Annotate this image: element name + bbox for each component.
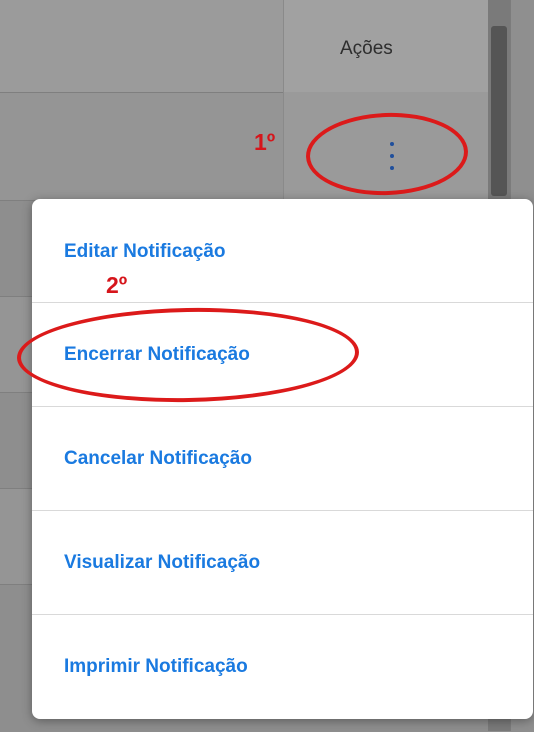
scrollbar-thumb[interactable]	[491, 26, 507, 196]
annotation-step1-label: 1º	[254, 129, 276, 155]
annotation-step2-label: 2º	[106, 272, 128, 298]
menu-item-label: Editar Notificação	[64, 241, 226, 262]
actions-column-label: Ações	[340, 38, 393, 59]
menu-item-visualizar-notificacao[interactable]: Visualizar Notificação	[32, 511, 533, 615]
menu-item-label: Visualizar Notificação	[64, 551, 261, 573]
menu-item-imprimir-notificacao[interactable]: Imprimir Notificação	[32, 615, 533, 719]
menu-item-label: Cancelar Notificação	[64, 447, 252, 469]
menu-item-label: Imprimir Notificação	[64, 656, 248, 677]
menu-item-cancelar-notificacao[interactable]: Cancelar Notificação	[32, 407, 533, 511]
